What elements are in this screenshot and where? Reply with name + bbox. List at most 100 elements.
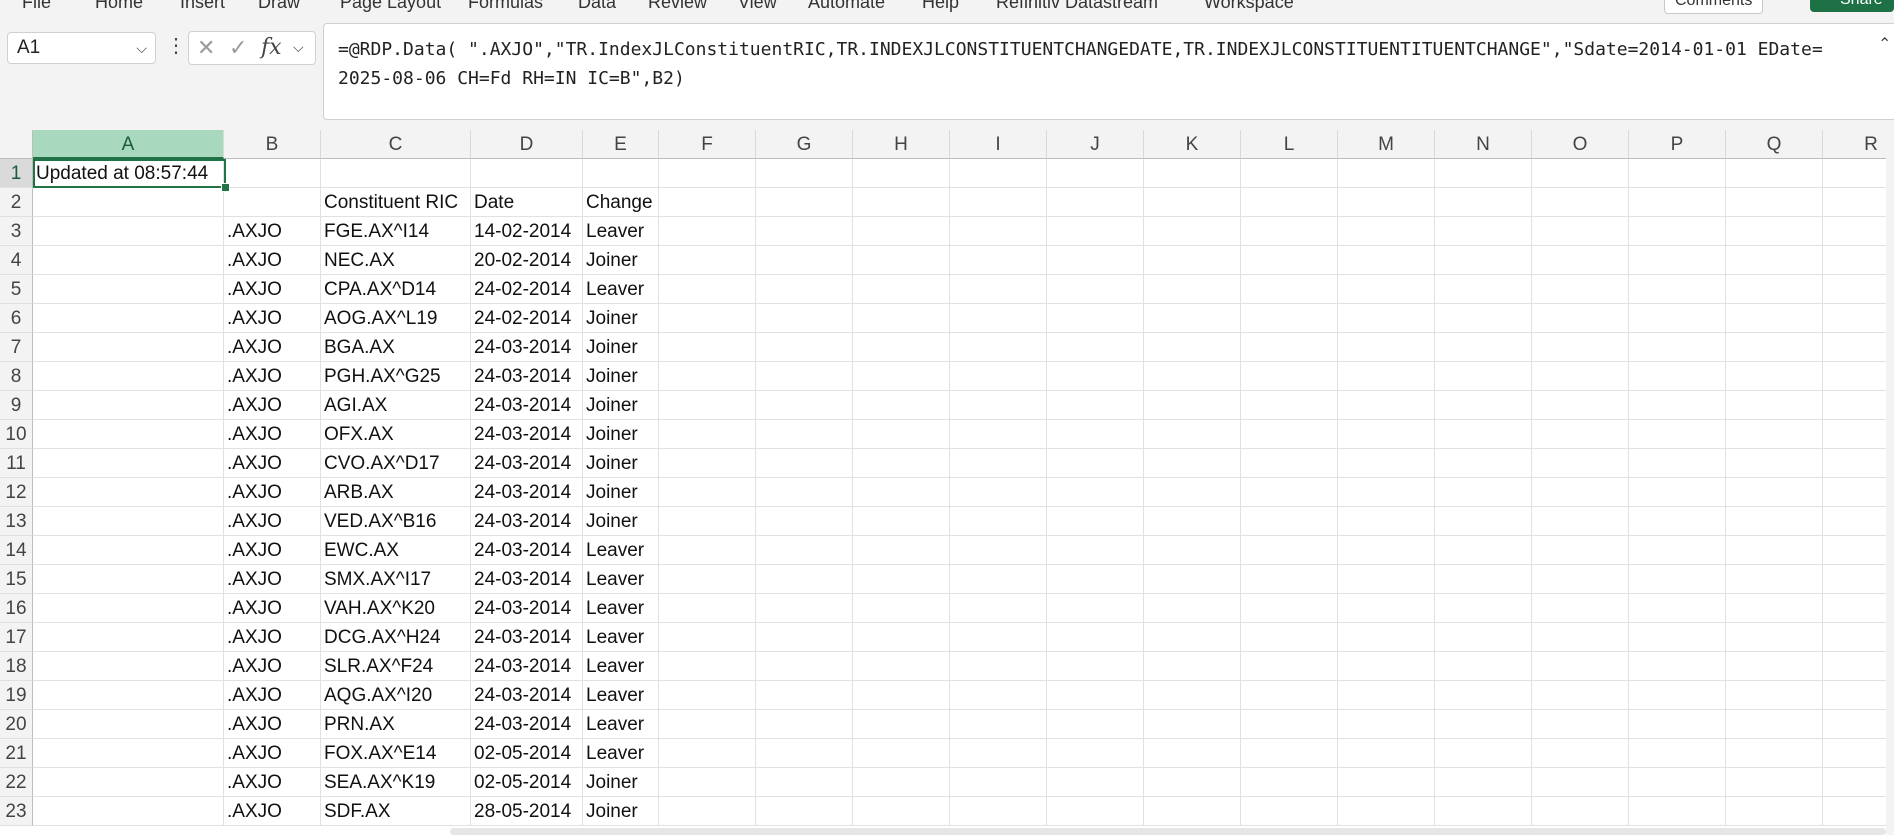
cell-f6[interactable] <box>659 304 756 333</box>
cell-k17[interactable] <box>1144 623 1241 652</box>
column-header-k[interactable]: K <box>1144 130 1241 159</box>
cell-p12[interactable] <box>1629 478 1726 507</box>
cell-k5[interactable] <box>1144 275 1241 304</box>
cell-n3[interactable] <box>1435 217 1532 246</box>
cell-g22[interactable] <box>756 768 853 797</box>
cell-r19[interactable] <box>1823 681 1894 710</box>
cell-q15[interactable] <box>1726 565 1823 594</box>
cell-o9[interactable] <box>1532 391 1629 420</box>
cell-a15[interactable] <box>33 565 224 594</box>
horizontal-scrollbar[interactable] <box>450 828 1886 835</box>
cell-h16[interactable] <box>853 594 950 623</box>
cell-b14[interactable]: .AXJO <box>224 536 321 565</box>
cell-b21[interactable]: .AXJO <box>224 739 321 768</box>
cell-n15[interactable] <box>1435 565 1532 594</box>
row-header-17[interactable]: 17 <box>0 623 33 652</box>
cell-h23[interactable] <box>853 797 950 826</box>
cell-c12[interactable]: ARB.AX <box>321 478 471 507</box>
cell-p21[interactable] <box>1629 739 1726 768</box>
cell-j9[interactable] <box>1047 391 1144 420</box>
cell-p22[interactable] <box>1629 768 1726 797</box>
cell-j6[interactable] <box>1047 304 1144 333</box>
cell-e5[interactable]: Leaver <box>583 275 659 304</box>
cell-i20[interactable] <box>950 710 1047 739</box>
cell-j14[interactable] <box>1047 536 1144 565</box>
cell-m6[interactable] <box>1338 304 1435 333</box>
cell-l12[interactable] <box>1241 478 1338 507</box>
cell-m10[interactable] <box>1338 420 1435 449</box>
cell-j17[interactable] <box>1047 623 1144 652</box>
cell-l18[interactable] <box>1241 652 1338 681</box>
cell-h11[interactable] <box>853 449 950 478</box>
cell-b4[interactable]: .AXJO <box>224 246 321 275</box>
cell-o7[interactable] <box>1532 333 1629 362</box>
cell-g7[interactable] <box>756 333 853 362</box>
cell-k8[interactable] <box>1144 362 1241 391</box>
cell-c10[interactable]: OFX.AX <box>321 420 471 449</box>
tab-home[interactable]: Home <box>95 0 143 13</box>
cell-p9[interactable] <box>1629 391 1726 420</box>
cell-k1[interactable] <box>1144 159 1241 188</box>
cell-f14[interactable] <box>659 536 756 565</box>
row-header-10[interactable]: 10 <box>0 420 33 449</box>
cell-e2[interactable]: Change <box>583 188 659 217</box>
cell-k19[interactable] <box>1144 681 1241 710</box>
cell-d1[interactable] <box>471 159 583 188</box>
cell-i12[interactable] <box>950 478 1047 507</box>
cell-k15[interactable] <box>1144 565 1241 594</box>
cell-q16[interactable] <box>1726 594 1823 623</box>
cell-f19[interactable] <box>659 681 756 710</box>
chevron-down-icon[interactable]: ⌵ <box>293 39 304 56</box>
cell-h1[interactable] <box>853 159 950 188</box>
cell-p20[interactable] <box>1629 710 1726 739</box>
cell-r15[interactable] <box>1823 565 1894 594</box>
cell-b3[interactable]: .AXJO <box>224 217 321 246</box>
cell-l20[interactable] <box>1241 710 1338 739</box>
cell-l17[interactable] <box>1241 623 1338 652</box>
cell-q13[interactable] <box>1726 507 1823 536</box>
cell-p3[interactable] <box>1629 217 1726 246</box>
cell-h17[interactable] <box>853 623 950 652</box>
column-header-l[interactable]: L <box>1241 130 1338 159</box>
worksheet[interactable]: A B C D E F G H I J K L M N O P Q R 1 Updated at 08:57:44 2 C… <box>0 130 1894 835</box>
cell-d20[interactable]: 24-03-2014 <box>471 710 583 739</box>
cell-f23[interactable] <box>659 797 756 826</box>
cell-i15[interactable] <box>950 565 1047 594</box>
cell-b5[interactable]: .AXJO <box>224 275 321 304</box>
cell-g14[interactable] <box>756 536 853 565</box>
cell-r11[interactable] <box>1823 449 1894 478</box>
cell-e23[interactable]: Joiner <box>583 797 659 826</box>
column-header-d[interactable]: D <box>471 130 583 159</box>
cell-b16[interactable]: .AXJO <box>224 594 321 623</box>
cell-k18[interactable] <box>1144 652 1241 681</box>
cell-c4[interactable]: NEC.AX <box>321 246 471 275</box>
cell-n2[interactable] <box>1435 188 1532 217</box>
cell-c22[interactable]: SEA.AX^K19 <box>321 768 471 797</box>
cell-g11[interactable] <box>756 449 853 478</box>
chevron-down-icon[interactable]: ⌵ <box>136 33 147 63</box>
cell-d9[interactable]: 24-03-2014 <box>471 391 583 420</box>
tab-review[interactable]: Review <box>648 0 707 13</box>
cell-q5[interactable] <box>1726 275 1823 304</box>
cell-a21[interactable] <box>33 739 224 768</box>
cell-a4[interactable] <box>33 246 224 275</box>
cell-r5[interactable] <box>1823 275 1894 304</box>
cell-f3[interactable] <box>659 217 756 246</box>
cell-k13[interactable] <box>1144 507 1241 536</box>
row-header-11[interactable]: 11 <box>0 449 33 478</box>
cell-b11[interactable]: .AXJO <box>224 449 321 478</box>
comments-button[interactable]: Comments <box>1664 0 1764 14</box>
cell-q11[interactable] <box>1726 449 1823 478</box>
cell-l14[interactable] <box>1241 536 1338 565</box>
cell-j7[interactable] <box>1047 333 1144 362</box>
cell-d12[interactable]: 24-03-2014 <box>471 478 583 507</box>
cell-o16[interactable] <box>1532 594 1629 623</box>
cell-a19[interactable] <box>33 681 224 710</box>
tab-file[interactable]: File <box>22 0 51 13</box>
cell-b7[interactable]: .AXJO <box>224 333 321 362</box>
cell-e17[interactable]: Leaver <box>583 623 659 652</box>
cell-i18[interactable] <box>950 652 1047 681</box>
cell-p2[interactable] <box>1629 188 1726 217</box>
cell-p17[interactable] <box>1629 623 1726 652</box>
vertical-scrollbar[interactable] <box>1886 130 1894 835</box>
